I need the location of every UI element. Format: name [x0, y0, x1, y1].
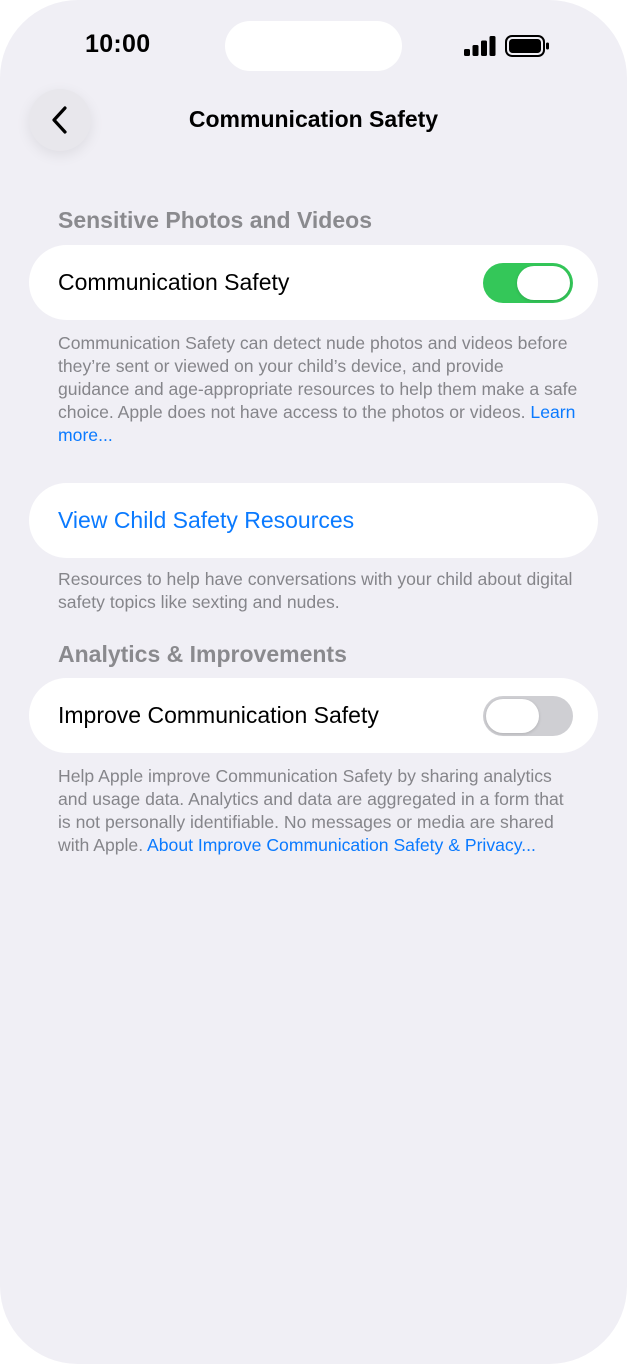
section-header-sensitive: Sensitive Photos and Videos	[58, 207, 372, 233]
toggle-knob	[486, 699, 539, 733]
resources-footer: Resources to help have conversations wit…	[58, 569, 573, 612]
child-safety-resources-row[interactable]: View Child Safety Resources	[29, 483, 598, 558]
cellular-signal-icon	[464, 36, 496, 56]
sensitive-footer: Communication Safety can detect nude pho…	[58, 332, 578, 447]
phone-screen: 10:00 Communication Safety Sensitive Pho…	[0, 0, 627, 1364]
dynamic-island	[225, 21, 402, 71]
status-time: 10:00	[85, 30, 151, 58]
sensitive-footer-text: Communication Safety can detect nude pho…	[58, 333, 578, 422]
improve-communication-safety-toggle[interactable]	[483, 696, 573, 736]
communication-safety-label: Communication Safety	[58, 269, 290, 295]
battery-full-icon	[505, 35, 549, 57]
communication-safety-row: Communication Safety	[29, 245, 598, 320]
view-child-safety-resources-link[interactable]: View Child Safety Resources	[58, 507, 354, 534]
toggle-knob	[517, 266, 570, 300]
about-improve-privacy-link[interactable]: About Improve Communication Safety & Pri…	[147, 835, 536, 855]
page-title: Communication Safety	[188, 106, 439, 132]
improve-communication-safety-row: Improve Communication Safety	[29, 678, 598, 753]
communication-safety-toggle[interactable]	[483, 263, 573, 303]
improve-communication-safety-label: Improve Communication Safety	[58, 702, 379, 728]
analytics-footer: Help Apple improve Communication Safety …	[58, 765, 578, 857]
section-header-analytics: Analytics & Improvements	[58, 641, 347, 667]
